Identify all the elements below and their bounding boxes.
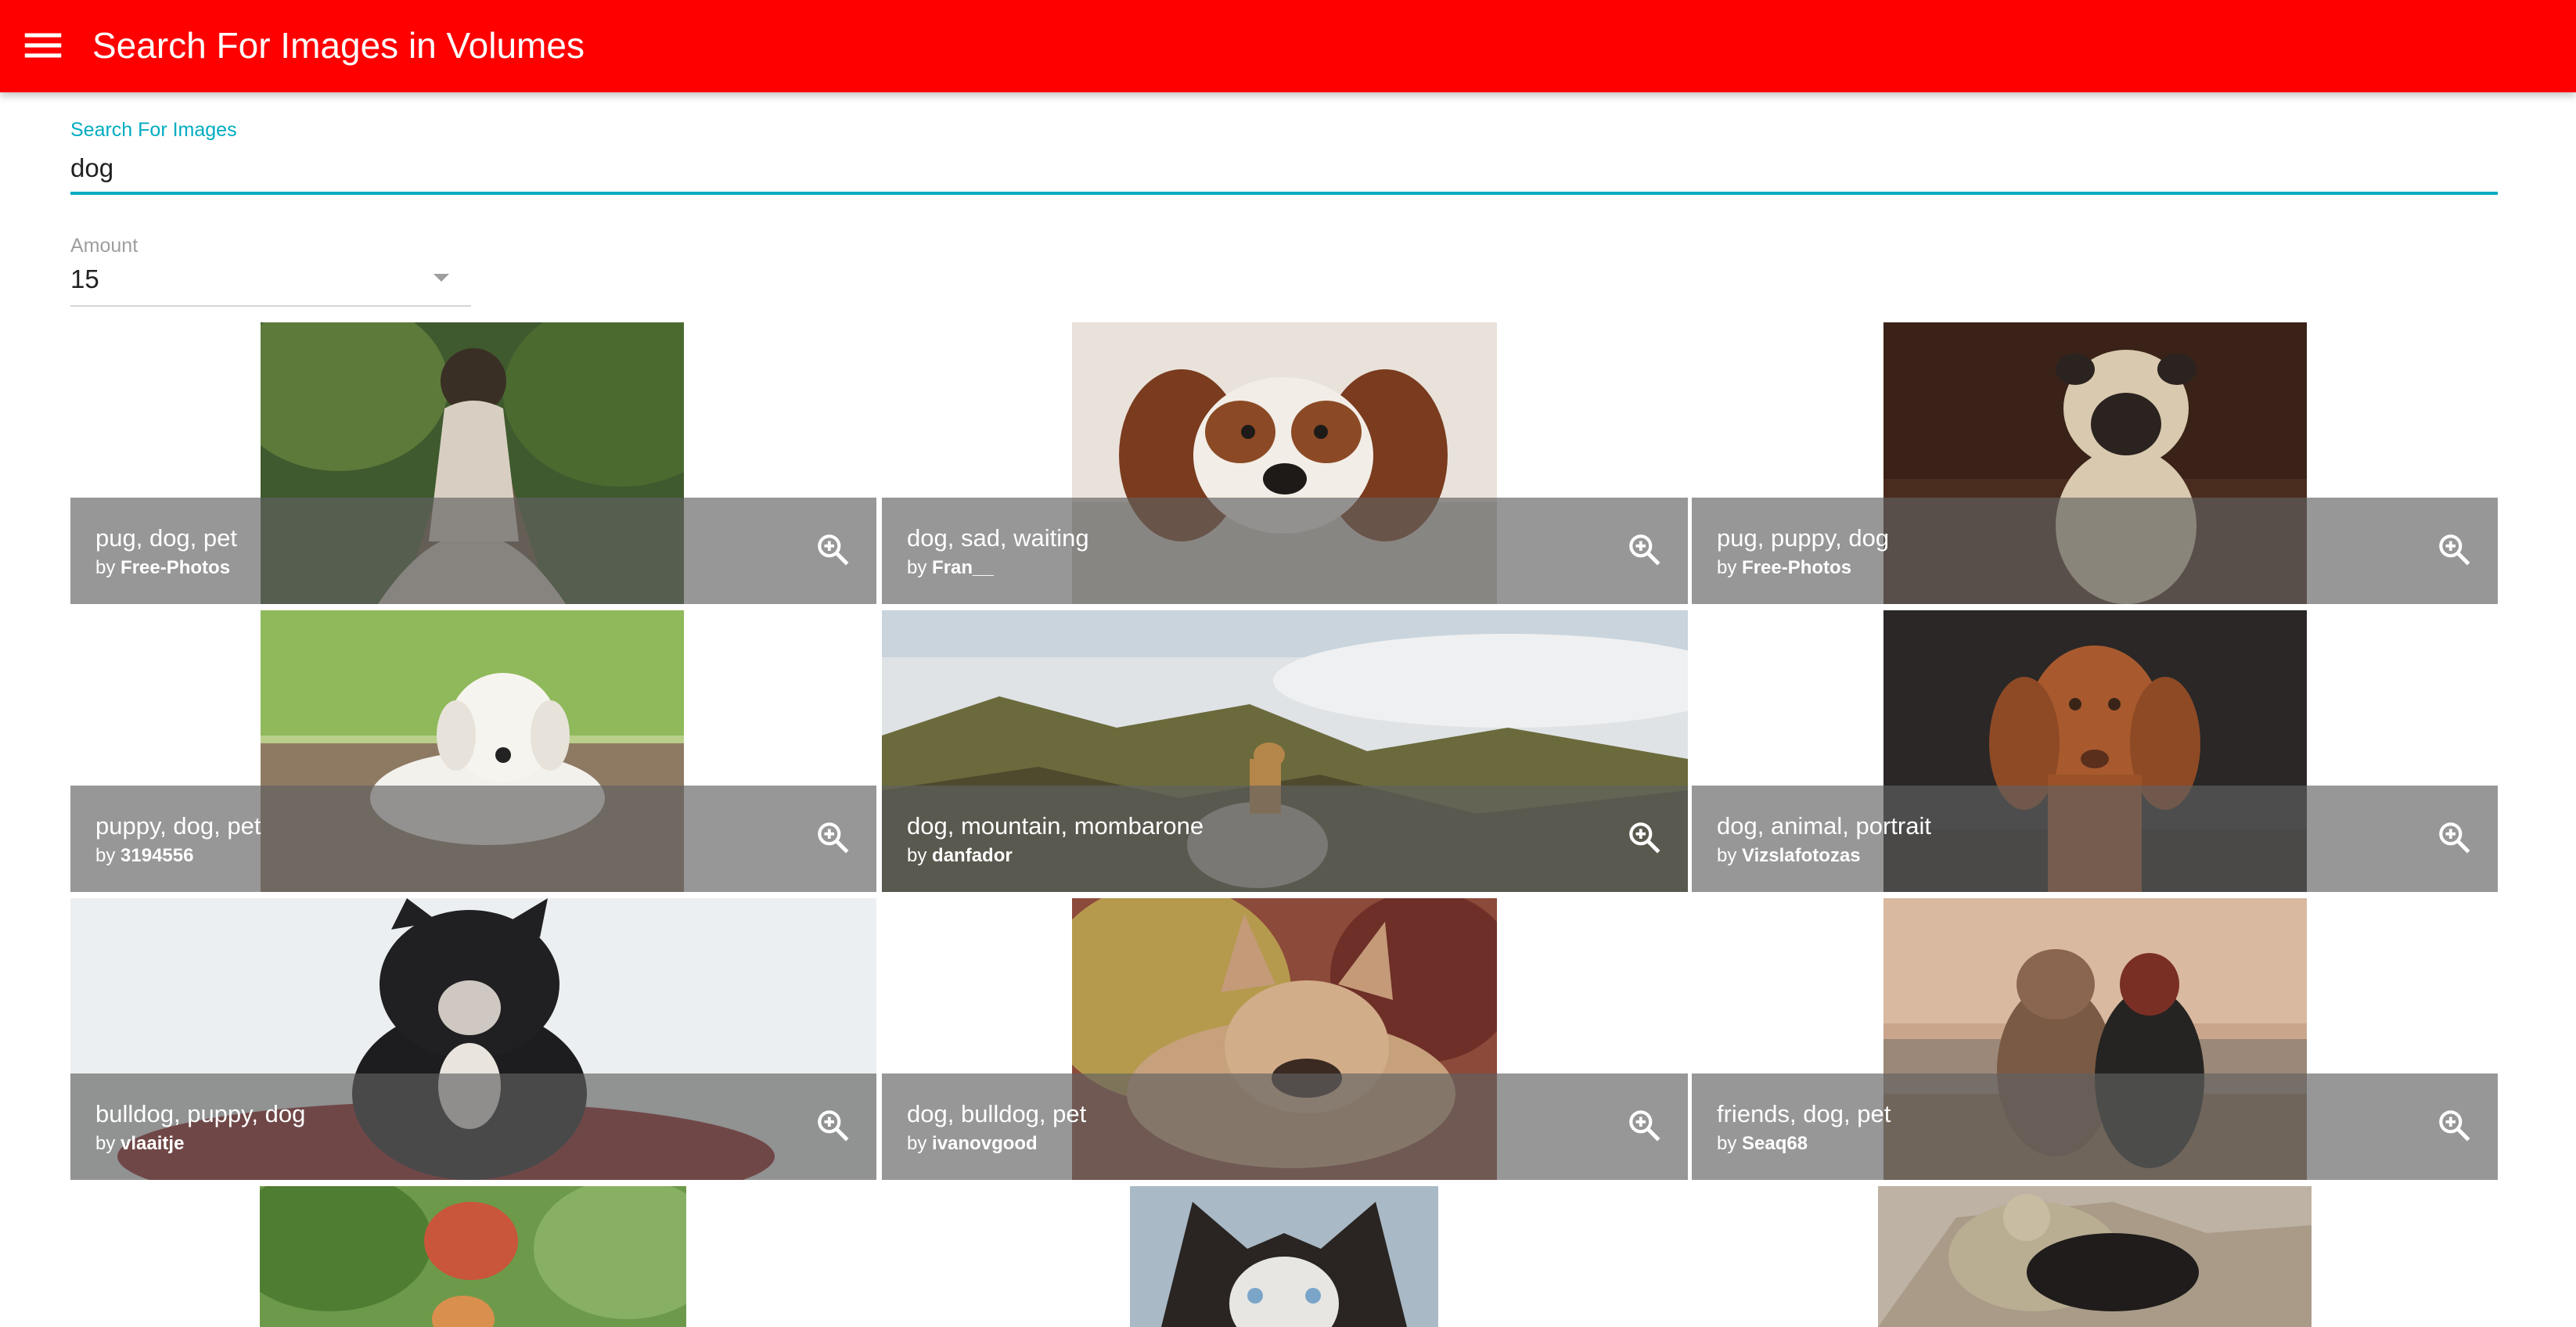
image-tile[interactable]: dog, bulldog, pet by ivanovgood — [882, 898, 1688, 1180]
zoom-button[interactable] — [1625, 530, 1664, 570]
image-thumbnail — [1130, 1186, 1438, 1327]
zoom-button[interactable] — [2435, 1106, 2474, 1145]
tile-caption: pug, puppy, dog by Free-Photos — [1692, 498, 2498, 604]
search-field: Search For Images — [70, 117, 2498, 196]
dropdown-arrow-icon — [434, 274, 449, 282]
tile-caption: bulldog, puppy, dog by vlaaitje — [70, 1073, 876, 1180]
tile-title: pug, puppy, dog — [1717, 524, 1890, 552]
tile-caption: dog, animal, portrait by Vizslafotozas — [1692, 786, 2498, 892]
zoom-button[interactable] — [1625, 818, 1664, 858]
tile-author: by Free-Photos — [95, 557, 231, 578]
image-tile[interactable]: bulldog, puppy, dog by vlaaitje — [70, 898, 876, 1180]
zoom-in-icon — [1629, 534, 1660, 566]
tile-caption: friends, dog, pet by Seaq68 — [1692, 1073, 2498, 1180]
tile-author: by Fran__ — [907, 557, 994, 578]
zoom-button[interactable] — [814, 530, 853, 570]
image-tile[interactable]: puppy, dog, pet by 3194556 — [70, 610, 876, 892]
image-tile[interactable] — [70, 1186, 876, 1327]
image-tile[interactable]: friends, dog, pet by Seaq68 — [1692, 898, 2498, 1180]
tile-author: by vlaaitje — [95, 1133, 185, 1154]
app-bar: Search For Images in Volumes — [0, 0, 2576, 92]
image-tile[interactable] — [882, 1186, 1688, 1327]
tile-title: bulldog, puppy, dog — [95, 1100, 306, 1127]
image-grid: pug, dog, pet by Free-Photos dog, sad, w… — [70, 322, 2498, 1327]
search-input[interactable] — [70, 149, 2498, 188]
amount-select[interactable]: Amount 15 — [70, 233, 471, 307]
zoom-in-icon — [2439, 534, 2470, 566]
tile-caption: puppy, dog, pet by 3194556 — [70, 786, 876, 892]
image-thumbnail — [260, 1186, 686, 1327]
tile-title: dog, sad, waiting — [907, 524, 1089, 552]
zoom-button[interactable] — [814, 818, 853, 858]
tile-author: by Free-Photos — [1717, 557, 1852, 578]
tile-title: puppy, dog, pet — [95, 812, 261, 840]
zoom-in-icon — [1629, 822, 1660, 854]
search-label: Search For Images — [70, 119, 237, 141]
zoom-in-icon — [2439, 822, 2470, 854]
tile-caption: pug, dog, pet by Free-Photos — [70, 498, 876, 604]
zoom-button[interactable] — [2435, 818, 2474, 858]
zoom-in-icon — [818, 534, 849, 566]
tile-author: by 3194556 — [95, 845, 194, 866]
image-tile[interactable] — [1692, 1186, 2498, 1327]
zoom-in-icon — [818, 822, 849, 854]
search-underline — [70, 192, 2498, 195]
zoom-button[interactable] — [1625, 1106, 1664, 1145]
tile-author: by Vizslafotozas — [1717, 845, 1861, 866]
zoom-button[interactable] — [814, 1106, 853, 1145]
tile-title: dog, bulldog, pet — [907, 1100, 1087, 1127]
image-tile[interactable]: pug, puppy, dog by Free-Photos — [1692, 322, 2498, 604]
tile-title: pug, dog, pet — [95, 524, 237, 552]
image-tile[interactable]: dog, sad, waiting by Fran__ — [882, 322, 1688, 604]
image-thumbnail — [1878, 1186, 2312, 1327]
zoom-in-icon — [2439, 1110, 2470, 1142]
tile-caption: dog, sad, waiting by Fran__ — [882, 498, 1688, 604]
image-tile[interactable]: pug, dog, pet by Free-Photos — [70, 322, 876, 604]
image-tile[interactable]: dog, animal, portrait by Vizslafotozas — [1692, 610, 2498, 892]
tile-title: dog, mountain, mombarone — [907, 812, 1204, 840]
amount-value: 15 — [70, 264, 99, 293]
tile-caption: dog, bulldog, pet by ivanovgood — [882, 1073, 1688, 1180]
zoom-in-icon — [818, 1110, 849, 1142]
tile-author: by Seaq68 — [1717, 1133, 1808, 1154]
tile-author: by danfador — [907, 845, 1013, 866]
zoom-button[interactable] — [2435, 530, 2474, 570]
tile-title: dog, animal, portrait — [1717, 812, 1931, 840]
tile-caption: dog, mountain, mombarone by danfador — [882, 786, 1688, 892]
amount-label: Amount — [70, 235, 139, 257]
tile-title: friends, dog, pet — [1717, 1100, 1891, 1127]
menu-icon — [24, 33, 62, 58]
amount-underline — [70, 305, 471, 307]
page-title: Search For Images in Volumes — [92, 25, 585, 66]
menu-button[interactable] — [19, 21, 67, 70]
zoom-in-icon — [1629, 1110, 1660, 1142]
tile-author: by ivanovgood — [907, 1133, 1038, 1154]
image-tile[interactable]: dog, mountain, mombarone by danfador — [882, 610, 1688, 892]
